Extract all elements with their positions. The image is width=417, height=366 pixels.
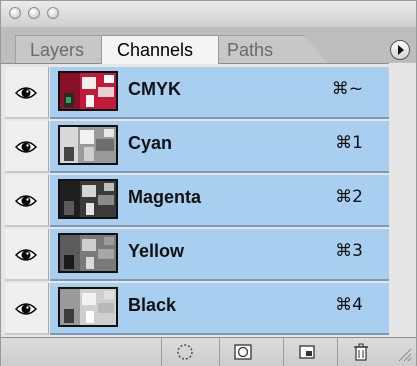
minimize-window-button[interactable]: [28, 7, 40, 19]
panel-menu-button[interactable]: [390, 40, 410, 60]
channels-panel: Layers Paths Channels CMYK ⌘~ Cyan ⌘1 Ma…: [0, 0, 417, 366]
eye-icon: [15, 195, 37, 207]
channel-thumbnail-cyan: [58, 125, 118, 165]
channel-thumbnail-magenta: [58, 179, 118, 219]
new-channel-button[interactable]: [283, 338, 329, 366]
channel-name: Black: [128, 295, 177, 315]
channel-row-bg: Magenta ⌘2: [50, 175, 389, 227]
channel-list: CMYK ⌘~ Cyan ⌘1 Magenta ⌘2 Yellow ⌘3 Bla…: [5, 67, 389, 337]
channel-row-magenta[interactable]: Magenta ⌘2: [5, 175, 389, 227]
panel-footer: [1, 337, 416, 366]
channel-shortcut: ⌘~: [331, 79, 363, 99]
delete-channel-button[interactable]: [337, 338, 383, 366]
load-selection-button[interactable]: [161, 338, 207, 366]
channel-name: Yellow: [128, 241, 185, 261]
title-bar: [1, 1, 416, 27]
channel-row-bg: Yellow ⌘3: [50, 229, 389, 281]
channel-shortcut: ⌘3: [335, 241, 363, 261]
channel-thumbnail-yellow: [58, 233, 118, 273]
close-window-button[interactable]: [9, 7, 21, 19]
channel-thumbnail-black: [58, 287, 118, 327]
save-selection-button[interactable]: [219, 338, 265, 366]
tab-layers[interactable]: Layers: [15, 35, 107, 63]
channel-name: Magenta: [128, 187, 202, 207]
channel-row-cyan[interactable]: Cyan ⌘1: [5, 121, 389, 173]
channel-shortcut: ⌘1: [335, 133, 363, 153]
visibility-toggle-black[interactable]: [5, 283, 49, 335]
tab-paths[interactable]: Paths: [213, 35, 327, 63]
visibility-toggle-cyan[interactable]: [5, 121, 49, 173]
eye-icon: [15, 249, 37, 261]
channel-row-bg: Black ⌘4: [50, 283, 389, 335]
trash-icon: [354, 343, 368, 361]
tab-bar: Layers Paths Channels: [1, 27, 416, 64]
resize-grip-icon[interactable]: [396, 346, 412, 362]
scroll-area: [389, 63, 416, 337]
visibility-toggle-yellow[interactable]: [5, 229, 49, 281]
tab-channels[interactable]: Channels: [101, 35, 219, 64]
zoom-window-button[interactable]: [47, 7, 59, 19]
new-channel-icon: [299, 345, 315, 359]
channel-row-bg: Cyan ⌘1: [50, 121, 389, 173]
load-selection-icon: [177, 344, 193, 360]
channel-row-cmyk[interactable]: CMYK ⌘~: [5, 67, 389, 119]
channel-name: CMYK: [128, 79, 181, 99]
eye-icon: [15, 87, 37, 99]
eye-icon: [15, 303, 37, 315]
channel-thumbnail-cmyk: [58, 71, 118, 111]
eye-icon: [15, 141, 37, 153]
channel-shortcut: ⌘4: [335, 295, 363, 315]
visibility-toggle-cmyk[interactable]: [5, 67, 49, 119]
save-selection-icon: [234, 344, 252, 360]
channel-name: Cyan: [128, 133, 173, 153]
channel-row-yellow[interactable]: Yellow ⌘3: [5, 229, 389, 281]
channel-row-bg: CMYK ⌘~: [50, 67, 389, 119]
channel-shortcut: ⌘2: [335, 187, 363, 207]
visibility-toggle-magenta[interactable]: [5, 175, 49, 227]
channel-row-black[interactable]: Black ⌘4: [5, 283, 389, 335]
